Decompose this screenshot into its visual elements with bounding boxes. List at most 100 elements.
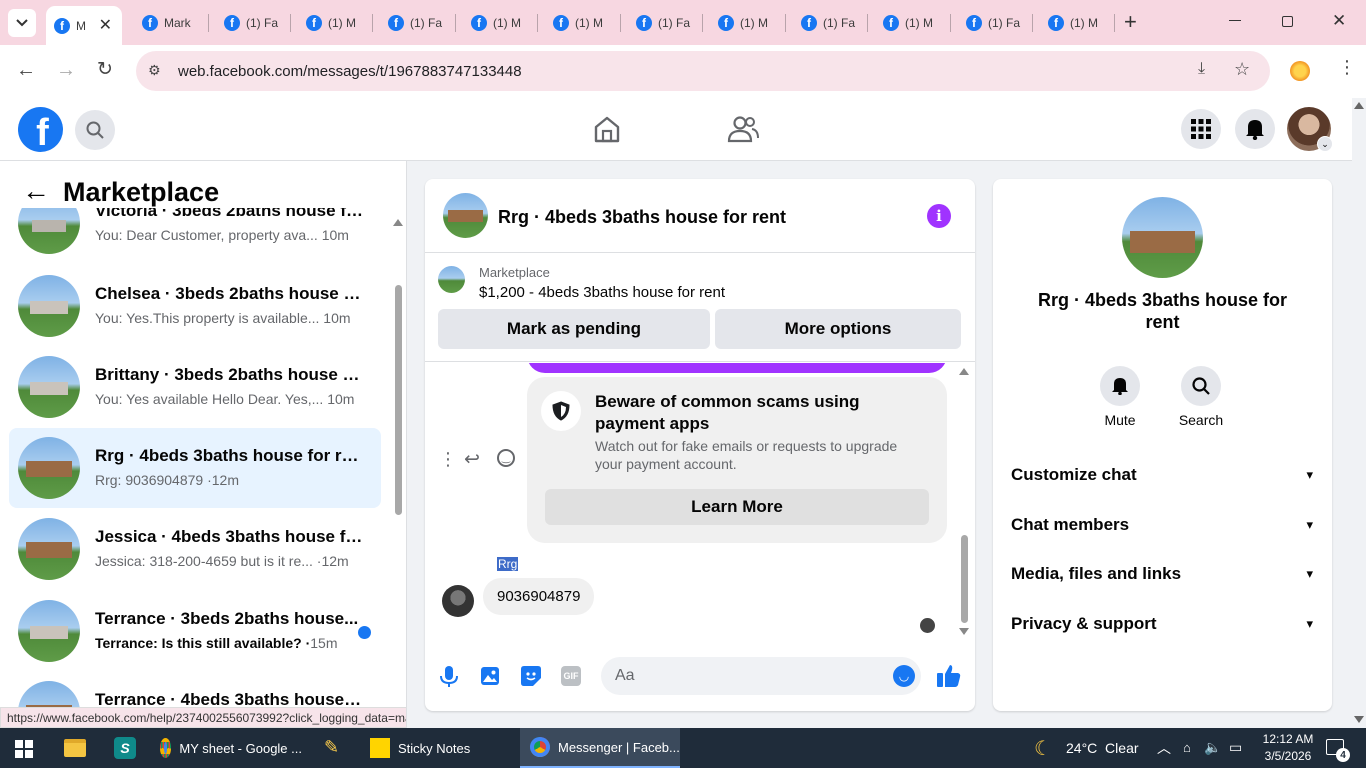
site-info-icon[interactable]: ⚙ (148, 62, 161, 79)
browser-tab[interactable]: f (1) Fa (216, 8, 288, 38)
browser-tab[interactable]: f (1) Fa (958, 8, 1030, 38)
network-icon[interactable]: ▭ (1229, 739, 1242, 756)
more-actions-icon[interactable]: ⋮ (439, 449, 457, 470)
paint-app-icon[interactable]: ✎ (324, 737, 344, 759)
clock-date[interactable]: 3/5/2026 (1256, 749, 1320, 763)
reply-icon[interactable]: ↩ (464, 448, 480, 471)
bell-icon (1112, 378, 1128, 395)
page-scroll-down-arrow[interactable] (1354, 716, 1364, 723)
account-chevron-icon[interactable]: ⌄ (1317, 136, 1333, 152)
browser-menu-icon[interactable]: ⋮ (1338, 57, 1356, 78)
message-bubble[interactable]: 9036904879 (483, 578, 595, 615)
conversation-row[interactable]: Victoria · 3beds 2baths house fo... You:… (9, 208, 381, 263)
message-input[interactable]: Aa ◡ (601, 657, 921, 695)
conversation-row[interactable]: Chelsea · 3beds 2baths house fo... You: … (9, 266, 381, 346)
windows-start-icon[interactable] (15, 740, 33, 758)
bookmark-star-icon[interactable]: ☆ (1234, 59, 1250, 80)
conversation-row-unread[interactable]: Terrance · 3beds 2baths house... Terranc… (9, 591, 381, 671)
clock-time[interactable]: 12:12 AM (1256, 732, 1320, 746)
weather-text[interactable]: 24°C Clear (1066, 740, 1139, 756)
menu-button[interactable] (1181, 109, 1221, 149)
facebook-favicon-icon: f (966, 15, 982, 31)
gif-icon[interactable]: GIF (561, 666, 581, 686)
close-tab-icon[interactable]: ✕ (99, 15, 112, 35)
info-icon[interactable]: i (927, 204, 951, 228)
home-nav-button[interactable] (592, 114, 622, 149)
taskbar-app-messenger[interactable]: Messenger | Faceb... (520, 728, 680, 768)
mark-as-pending-button[interactable]: Mark as pending (438, 309, 710, 349)
sidebar-scrollbar-thumb[interactable] (395, 285, 402, 515)
scroll-down-arrow[interactable] (959, 628, 969, 635)
react-icon[interactable]: ‿ (497, 449, 515, 467)
conversation-preview: You: Dear Customer, property ava... 10m (95, 227, 349, 243)
emoji-icon[interactable]: ◡ (893, 665, 915, 687)
friends-nav-button[interactable] (727, 114, 759, 149)
sway-app-icon[interactable]: S (114, 737, 136, 759)
file-explorer-icon[interactable] (64, 739, 86, 757)
new-tab-button[interactable]: + (1124, 9, 1137, 35)
thumbs-up-icon[interactable] (937, 664, 961, 688)
search-button[interactable] (75, 110, 115, 150)
tab-separator (702, 14, 703, 32)
conversation-row[interactable]: Brittany · 3beds 2baths house fo... You:… (9, 347, 381, 427)
sticker-icon[interactable] (521, 666, 541, 686)
close-window-button[interactable]: ✕ (1332, 11, 1346, 31)
taskbar-app-chrome-sheet[interactable]: MY sheet - Google ... (152, 728, 302, 768)
listing-price-title[interactable]: $1,200 - 4beds 3baths house for rent (479, 284, 725, 301)
profile-avatar-icon[interactable] (1290, 61, 1310, 81)
photo-icon[interactable] (481, 667, 499, 685)
mute-button[interactable] (1100, 366, 1140, 406)
privacy-support-section[interactable]: Privacy & support ▾ (1011, 609, 1313, 639)
conversation-row[interactable]: Jessica · 4beds 3baths house for... Jess… (9, 509, 381, 589)
tray-device-icon[interactable]: ⌂ (1183, 740, 1191, 755)
chat-title[interactable]: Rrg · 4beds 3baths house for rent (498, 207, 786, 228)
learn-more-button[interactable]: Learn More (545, 489, 929, 525)
browser-tab[interactable]: f (1) M (463, 8, 535, 38)
browser-tab[interactable]: f (1) M (298, 8, 370, 38)
facebook-logo-icon[interactable]: f (18, 107, 63, 152)
tab-search-button[interactable] (8, 9, 36, 37)
browser-tab-active[interactable]: f M ✕ (46, 6, 122, 45)
reload-icon[interactable]: ↻ (97, 58, 113, 81)
address-bar[interactable]: ⚙ web.facebook.com/messages/t/1967883747… (136, 51, 1270, 91)
browser-tab[interactable]: f (1) M (875, 8, 947, 38)
sender-avatar[interactable] (442, 585, 474, 617)
conversation-title: Victoria · 3beds 2baths house fo... (95, 208, 365, 220)
facebook-favicon-icon: f (54, 17, 70, 34)
microphone-icon[interactable] (440, 666, 458, 688)
browser-tab[interactable]: f (1) M (710, 8, 782, 38)
chat-scrollbar-thumb[interactable] (961, 535, 968, 623)
media-files-links-section[interactable]: Media, files and links ▾ (1011, 559, 1313, 589)
restore-window-button[interactable] (1282, 16, 1293, 27)
address-bar-url[interactable]: web.facebook.com/messages/t/196788374713… (178, 63, 522, 80)
scroll-up-arrow[interactable] (393, 219, 403, 226)
facebook-favicon-icon: f (224, 15, 240, 31)
scroll-up-arrow[interactable] (959, 368, 969, 375)
forward-arrow-icon[interactable]: → (56, 59, 76, 82)
browser-tab[interactable]: f (1) M (545, 8, 617, 38)
search-conversation-button[interactable] (1181, 366, 1221, 406)
weather-moon-icon[interactable]: ☾ (1034, 736, 1052, 761)
browser-tab[interactable]: f Mark (134, 8, 206, 38)
browser-tab[interactable]: f (1) Fa (793, 8, 865, 38)
page-scroll-up-arrow[interactable] (1354, 102, 1364, 109)
install-app-icon[interactable]: ⤓ (1198, 60, 1205, 78)
notifications-button[interactable] (1235, 109, 1275, 149)
more-options-button[interactable]: More options (715, 309, 961, 349)
customize-chat-section[interactable]: Customize chat ▾ (1011, 460, 1313, 490)
conversation-row-selected[interactable]: Rrg · 4beds 3baths house for rent Rrg: 9… (9, 428, 381, 508)
chat-members-section[interactable]: Chat members ▾ (1011, 510, 1313, 540)
chat-avatar[interactable] (443, 193, 488, 238)
back-arrow-icon[interactable]: ← (22, 175, 50, 207)
browser-tab[interactable]: f (1) Fa (380, 8, 452, 38)
tray-chevron-up-icon[interactable]: ︿ (1157, 738, 1171, 758)
listing-source: Marketplace (479, 265, 550, 280)
conversation-info-panel: Rrg · 4beds 3baths house for rent Mute S… (993, 179, 1332, 711)
browser-tab[interactable]: f (1) Fa (628, 8, 700, 38)
taskbar-app-sticky-notes[interactable]: Sticky Notes (362, 728, 512, 768)
info-avatar (1122, 197, 1203, 278)
minimize-window-button[interactable] (1229, 20, 1241, 21)
volume-icon[interactable]: 🔈 (1204, 739, 1221, 756)
browser-tab[interactable]: f (1) M (1040, 8, 1112, 38)
back-arrow-icon[interactable]: ← (16, 59, 36, 82)
